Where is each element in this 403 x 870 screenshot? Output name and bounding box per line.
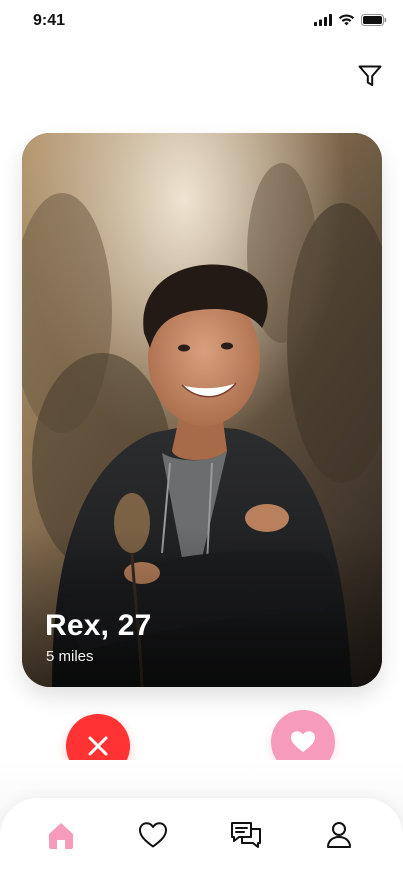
wifi-icon [338,14,355,26]
tab-likes[interactable] [136,818,170,852]
heart-outline-icon [139,822,167,848]
status-bar: 9:41 [0,0,403,44]
profile-card[interactable]: Rex, 27 5 miles [22,133,382,687]
heart-icon [291,731,315,752]
profile-distance: 5 miles [46,648,94,665]
tab-home[interactable] [44,818,78,852]
close-icon [88,736,108,756]
tab-profile[interactable] [322,818,356,852]
user-icon [327,822,351,848]
filter-icon [358,65,382,86]
signal-icon [314,14,332,26]
status-icons [314,14,387,26]
status-time: 9:41 [33,12,66,29]
filter-button[interactable] [356,62,384,90]
tab-bar [0,798,403,870]
tab-messages[interactable] [229,818,263,852]
home-icon [49,823,73,849]
profile-name-age: Rex, 27 [45,609,152,642]
chat-icon [231,822,261,848]
battery-icon [361,14,387,26]
